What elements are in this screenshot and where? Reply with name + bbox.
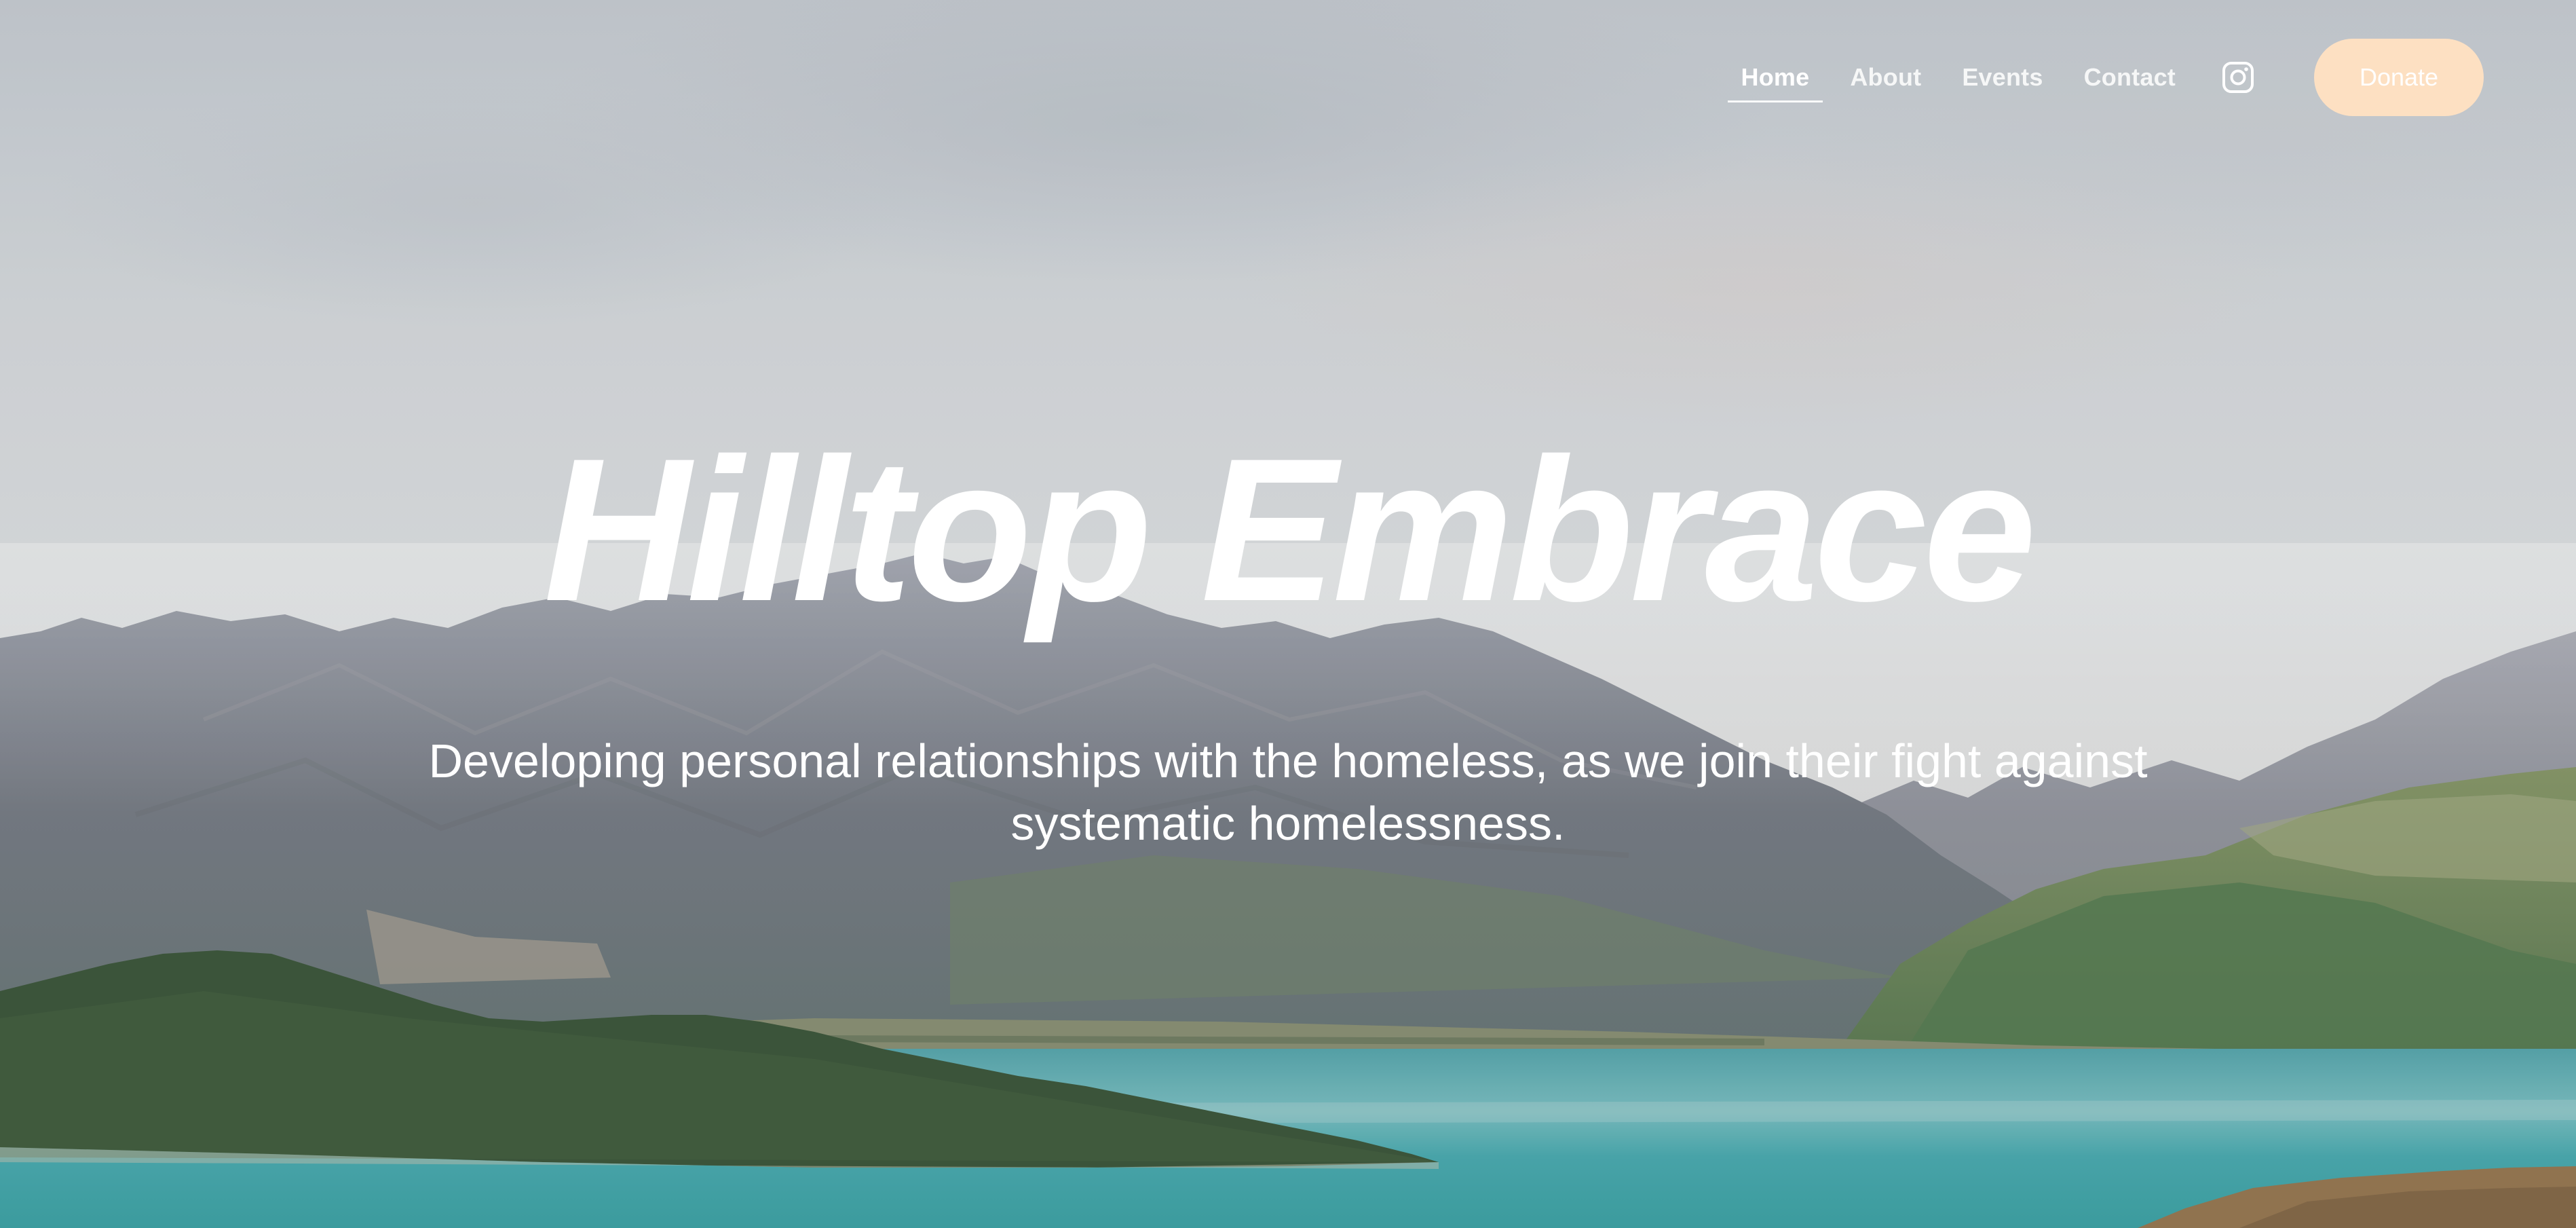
hero-title: Hilltop Embrace xyxy=(544,415,2037,644)
instagram-icon[interactable] xyxy=(2222,61,2254,94)
hero-subtitle: Developing personal relationships with t… xyxy=(428,734,2148,850)
main-navigation: Home About Events Contact Donate xyxy=(1727,39,2484,116)
nav-link-contact[interactable]: Contact xyxy=(2084,51,2176,104)
nav-link-events[interactable]: Events xyxy=(1962,51,2043,104)
donate-button[interactable]: Donate xyxy=(2314,39,2484,116)
nav-link-about[interactable]: About xyxy=(1850,51,1921,104)
nav-link-home[interactable]: Home xyxy=(1727,51,1823,104)
page: Home About Events Contact Donate Hilltop… xyxy=(0,0,2576,1228)
